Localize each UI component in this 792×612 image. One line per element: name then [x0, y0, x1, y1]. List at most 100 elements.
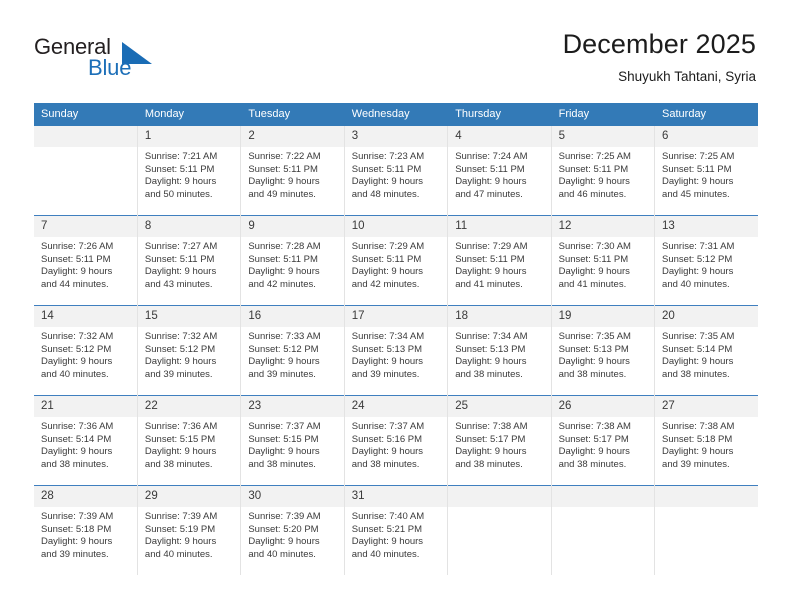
daylight-text-line1: Daylight: 9 hours — [558, 446, 630, 458]
day-cell[interactable]: 1 Sunrise: 7:21 AM Sunset: 5:11 PM Dayli… — [137, 126, 242, 216]
sunset-text: Sunset: 5:14 PM — [662, 343, 733, 355]
sunrise-text: Sunrise: 7:34 AM — [351, 331, 425, 342]
day-number: 7 — [34, 216, 137, 237]
sunrise-text: Sunrise: 7:31 AM — [662, 241, 735, 252]
daylight-text-line1: Daylight: 9 hours — [351, 446, 424, 458]
day-cell[interactable]: 9 Sunrise: 7:28 AM Sunset: 5:11 PM Dayli… — [240, 215, 345, 306]
day-cell[interactable]: 20 Sunrise: 7:35 AM Sunset: 5:14 PM Dayl… — [654, 305, 758, 396]
sunrise-text: Sunrise: 7:39 AM — [144, 511, 218, 522]
day-cell[interactable]: 27 Sunrise: 7:38 AM Sunset: 5:18 PM Dayl… — [654, 395, 758, 486]
sunrise-text: Sunrise: 7:38 AM — [455, 421, 528, 432]
day-cell[interactable]: 3 Sunrise: 7:23 AM Sunset: 5:11 PM Dayli… — [344, 126, 449, 216]
daylight-text-line2: and 50 minutes. — [144, 188, 213, 200]
daylight-text-line1: Daylight: 9 hours — [41, 356, 113, 368]
day-cell[interactable]: 2 Sunrise: 7:22 AM Sunset: 5:11 PM Dayli… — [240, 126, 345, 216]
week-row: 28 Sunrise: 7:39 AM Sunset: 5:18 PM Dayl… — [34, 485, 758, 575]
daylight-text-line1: Daylight: 9 hours — [558, 356, 630, 368]
sunset-text: Sunset: 5:11 PM — [248, 163, 318, 175]
day-cell[interactable]: 24 Sunrise: 7:37 AM Sunset: 5:16 PM Dayl… — [344, 395, 449, 486]
sunrise-text: Sunrise: 7:38 AM — [662, 421, 735, 432]
day-cell[interactable]: 11 Sunrise: 7:29 AM Sunset: 5:11 PM Dayl… — [447, 215, 552, 306]
day-info: Sunrise: 7:34 AM Sunset: 5:13 PM Dayligh… — [345, 327, 447, 381]
day-info: Sunrise: 7:29 AM Sunset: 5:11 PM Dayligh… — [345, 237, 447, 291]
daylight-text-line2: and 38 minutes. — [558, 458, 627, 470]
daylight-text-line1: Daylight: 9 hours — [455, 446, 527, 458]
week-row: 1 Sunrise: 7:21 AM Sunset: 5:11 PM Dayli… — [34, 126, 758, 216]
calendar-page: General Blue December 2025 Shuyukh Tahta… — [0, 0, 792, 612]
sunset-text: Sunset: 5:15 PM — [248, 433, 319, 445]
day-cell[interactable]: 19 Sunrise: 7:35 AM Sunset: 5:13 PM Dayl… — [551, 305, 656, 396]
daylight-text-line2: and 41 minutes. — [558, 278, 627, 290]
day-cell[interactable]: 7 Sunrise: 7:26 AM Sunset: 5:11 PM Dayli… — [34, 215, 138, 306]
day-number: 15 — [137, 306, 241, 327]
daylight-text-line1: Daylight: 9 hours — [662, 176, 734, 188]
day-number: 31 — [344, 486, 448, 507]
day-cell[interactable]: 5 Sunrise: 7:25 AM Sunset: 5:11 PM Dayli… — [551, 126, 656, 216]
sunset-text: Sunset: 5:12 PM — [248, 343, 319, 355]
sunrise-text: Sunrise: 7:22 AM — [248, 151, 321, 162]
sunrise-text: Sunrise: 7:27 AM — [144, 241, 218, 252]
daylight-text-line1: Daylight: 9 hours — [662, 446, 734, 458]
page-subtitle: Shuyukh Tahtani, Syria — [618, 69, 756, 84]
sunrise-text: Sunrise: 7:25 AM — [662, 151, 735, 162]
day-cell[interactable]: 17 Sunrise: 7:34 AM Sunset: 5:13 PM Dayl… — [344, 305, 449, 396]
day-cell[interactable]: 26 Sunrise: 7:38 AM Sunset: 5:17 PM Dayl… — [551, 395, 656, 486]
day-cell[interactable]: 13 Sunrise: 7:31 AM Sunset: 5:12 PM Dayl… — [654, 215, 758, 306]
day-cell[interactable]: 31 Sunrise: 7:40 AM Sunset: 5:21 PM Dayl… — [344, 485, 449, 575]
day-cell[interactable]: 16 Sunrise: 7:33 AM Sunset: 5:12 PM Dayl… — [240, 305, 345, 396]
daylight-text-line2: and 45 minutes. — [662, 188, 730, 200]
day-number: 14 — [34, 306, 137, 327]
sunrise-text: Sunrise: 7:34 AM — [455, 331, 528, 342]
day-cell[interactable]: 28 Sunrise: 7:39 AM Sunset: 5:18 PM Dayl… — [34, 485, 138, 575]
daylight-text-line1: Daylight: 9 hours — [558, 176, 630, 188]
daylight-text-line2: and 38 minutes. — [41, 458, 109, 470]
daylight-text-line1: Daylight: 9 hours — [41, 446, 113, 458]
sunset-text: Sunset: 5:17 PM — [455, 433, 526, 445]
daylight-text-line1: Daylight: 9 hours — [558, 266, 630, 278]
logo-text-blue: Blue — [88, 55, 132, 80]
daylight-text-line2: and 48 minutes. — [351, 188, 420, 200]
day-cell[interactable]: 10 Sunrise: 7:29 AM Sunset: 5:11 PM Dayl… — [344, 215, 449, 306]
daylight-text-line1: Daylight: 9 hours — [455, 176, 527, 188]
generalblue-logo[interactable]: General Blue — [34, 34, 164, 84]
day-info: Sunrise: 7:33 AM Sunset: 5:12 PM Dayligh… — [241, 327, 343, 381]
sunrise-text: Sunrise: 7:33 AM — [248, 331, 321, 342]
day-info — [655, 507, 758, 511]
day-info: Sunrise: 7:35 AM Sunset: 5:14 PM Dayligh… — [655, 327, 758, 381]
sunset-text: Sunset: 5:13 PM — [558, 343, 629, 355]
daylight-text-line1: Daylight: 9 hours — [248, 536, 320, 548]
sunset-text: Sunset: 5:21 PM — [351, 523, 422, 535]
daylight-text-line2: and 38 minutes. — [351, 458, 420, 470]
day-cell[interactable]: 25 Sunrise: 7:38 AM Sunset: 5:17 PM Dayl… — [447, 395, 552, 486]
day-cell[interactable]: 8 Sunrise: 7:27 AM Sunset: 5:11 PM Dayli… — [137, 215, 242, 306]
day-info: Sunrise: 7:36 AM Sunset: 5:15 PM Dayligh… — [138, 417, 240, 471]
day-cell[interactable]: 30 Sunrise: 7:39 AM Sunset: 5:20 PM Dayl… — [240, 485, 345, 575]
day-cell[interactable]: 23 Sunrise: 7:37 AM Sunset: 5:15 PM Dayl… — [240, 395, 345, 486]
day-info: Sunrise: 7:25 AM Sunset: 5:11 PM Dayligh… — [552, 147, 654, 201]
day-cell[interactable]: 4 Sunrise: 7:24 AM Sunset: 5:11 PM Dayli… — [447, 126, 552, 216]
day-cell[interactable]: 12 Sunrise: 7:30 AM Sunset: 5:11 PM Dayl… — [551, 215, 656, 306]
day-cell[interactable]: 14 Sunrise: 7:32 AM Sunset: 5:12 PM Dayl… — [34, 305, 138, 396]
day-cell[interactable]: 22 Sunrise: 7:36 AM Sunset: 5:15 PM Dayl… — [137, 395, 242, 486]
day-cell[interactable]: 6 Sunrise: 7:25 AM Sunset: 5:11 PM Dayli… — [654, 126, 758, 216]
day-cell[interactable]: 15 Sunrise: 7:32 AM Sunset: 5:12 PM Dayl… — [137, 305, 242, 396]
sunrise-text: Sunrise: 7:39 AM — [41, 511, 114, 522]
sunrise-text: Sunrise: 7:29 AM — [351, 241, 425, 252]
day-number: 13 — [655, 216, 758, 237]
sunrise-text: Sunrise: 7:36 AM — [144, 421, 218, 432]
day-info: Sunrise: 7:28 AM Sunset: 5:11 PM Dayligh… — [241, 237, 343, 291]
day-cell — [447, 485, 552, 575]
day-cell[interactable]: 29 Sunrise: 7:39 AM Sunset: 5:19 PM Dayl… — [137, 485, 242, 575]
day-number: 8 — [137, 216, 241, 237]
day-number: 2 — [241, 126, 344, 147]
day-info: Sunrise: 7:38 AM Sunset: 5:18 PM Dayligh… — [655, 417, 758, 471]
daylight-text-line1: Daylight: 9 hours — [248, 446, 320, 458]
sunrise-text: Sunrise: 7:30 AM — [558, 241, 631, 252]
daylight-text-line2: and 43 minutes. — [144, 278, 213, 290]
daylight-text-line2: and 40 minutes. — [248, 548, 316, 560]
sunset-text: Sunset: 5:11 PM — [455, 163, 525, 175]
daylight-text-line2: and 38 minutes. — [455, 458, 523, 470]
day-cell[interactable]: 21 Sunrise: 7:36 AM Sunset: 5:14 PM Dayl… — [34, 395, 138, 486]
day-cell[interactable]: 18 Sunrise: 7:34 AM Sunset: 5:13 PM Dayl… — [447, 305, 552, 396]
daylight-text-line2: and 39 minutes. — [662, 458, 730, 470]
